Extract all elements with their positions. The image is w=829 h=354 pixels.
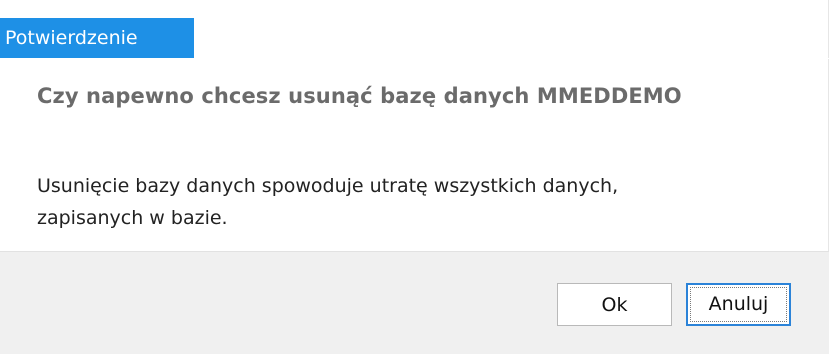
confirmation-message: Usunięcie bazy danych spowoduje utratę w… bbox=[37, 170, 797, 234]
cancel-button-label: Anuluj bbox=[708, 293, 769, 315]
header-divider bbox=[0, 58, 829, 59]
ok-button[interactable]: Ok bbox=[557, 283, 672, 326]
message-line-1: Usunięcie bazy danych spowoduje utratę w… bbox=[37, 175, 619, 197]
dialog-title: Potwierdzenie bbox=[0, 18, 194, 58]
confirmation-question: Czy napewno chcesz usunąć bazę danych MM… bbox=[37, 84, 682, 108]
message-line-2: zapisanych w bazie. bbox=[37, 207, 228, 229]
confirmation-dialog: Potwierdzenie Czy napewno chcesz usunąć … bbox=[0, 0, 829, 354]
cancel-button[interactable]: Anuluj bbox=[686, 283, 791, 326]
